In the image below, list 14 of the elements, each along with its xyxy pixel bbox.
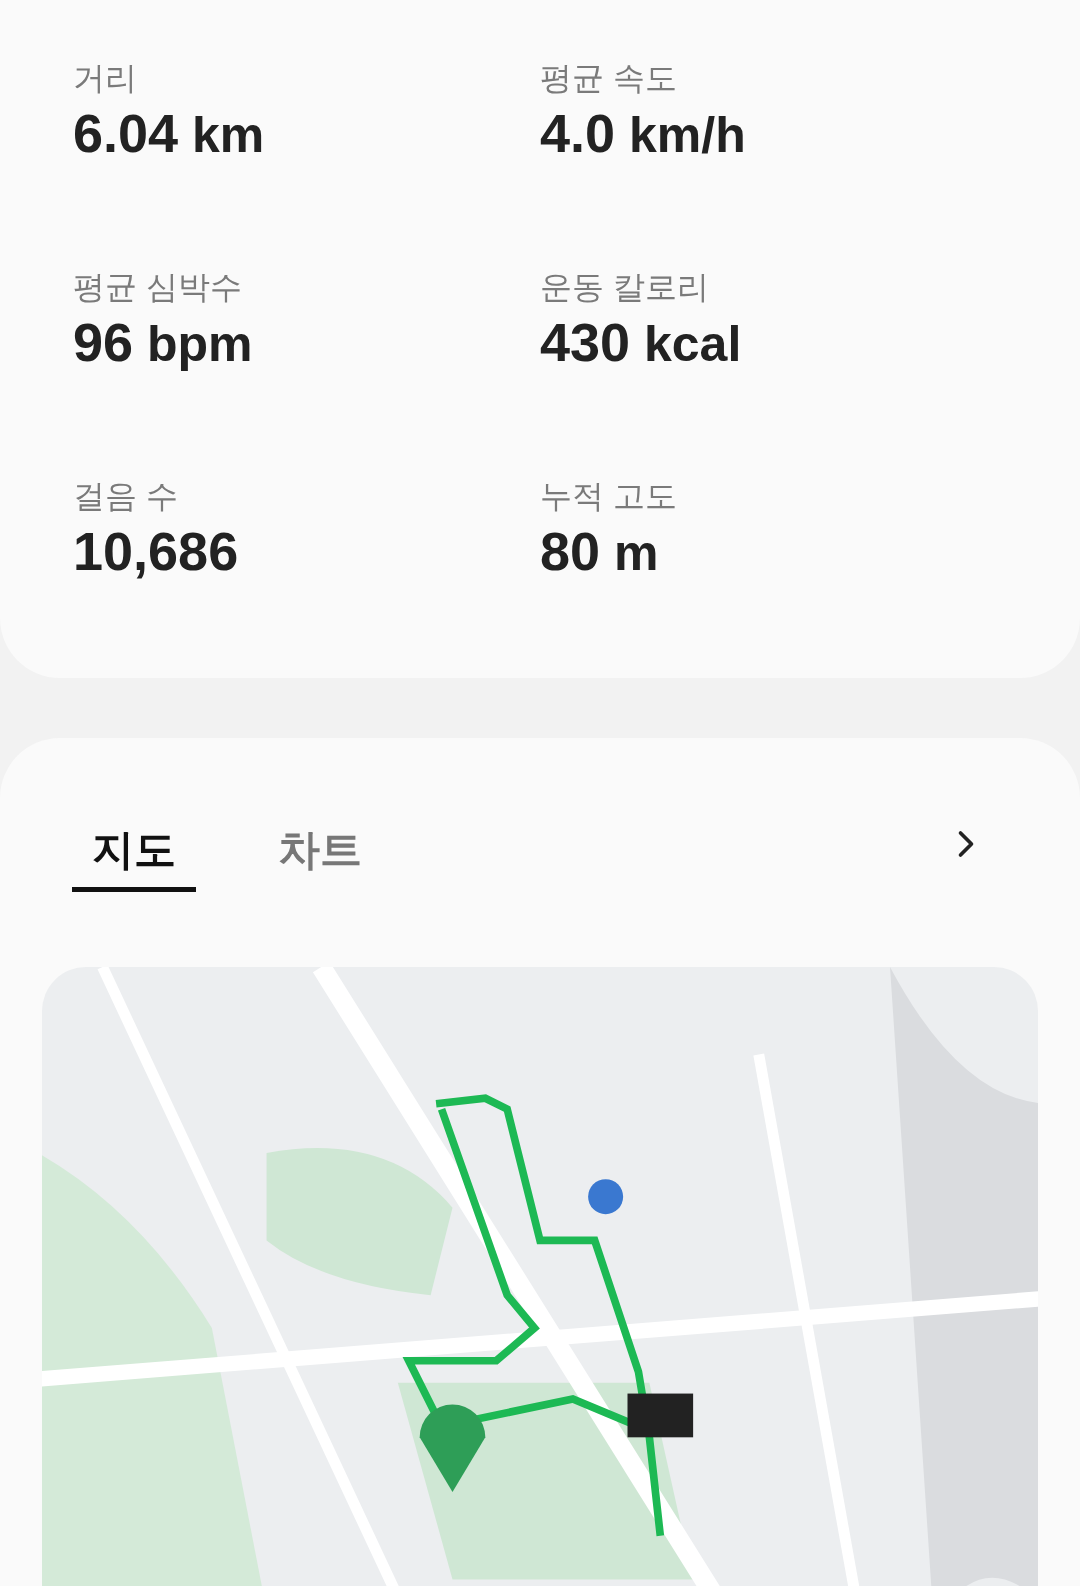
stat-label: 거리 [73,59,137,98]
stat-value: 80 m [540,520,659,583]
stat-label: 평균 심박수 [73,268,242,307]
tab[interactable]: 지도 [72,818,196,892]
tab[interactable]: 차트 [278,818,362,892]
stat-value: 96 bpm [73,311,253,374]
stat-label: 평균 속도 [540,59,677,98]
stat-value: 4.0 km/h [540,102,746,165]
stat-label: 걸음 수 [73,477,178,516]
stat-label: 누적 고도 [540,477,677,516]
stat-value: 10,686 [73,520,239,583]
stat-value: 6.04 km [73,102,265,165]
stat-label: 운동 칼로리 [540,268,709,307]
stat-value: 430 kcal [540,311,742,374]
